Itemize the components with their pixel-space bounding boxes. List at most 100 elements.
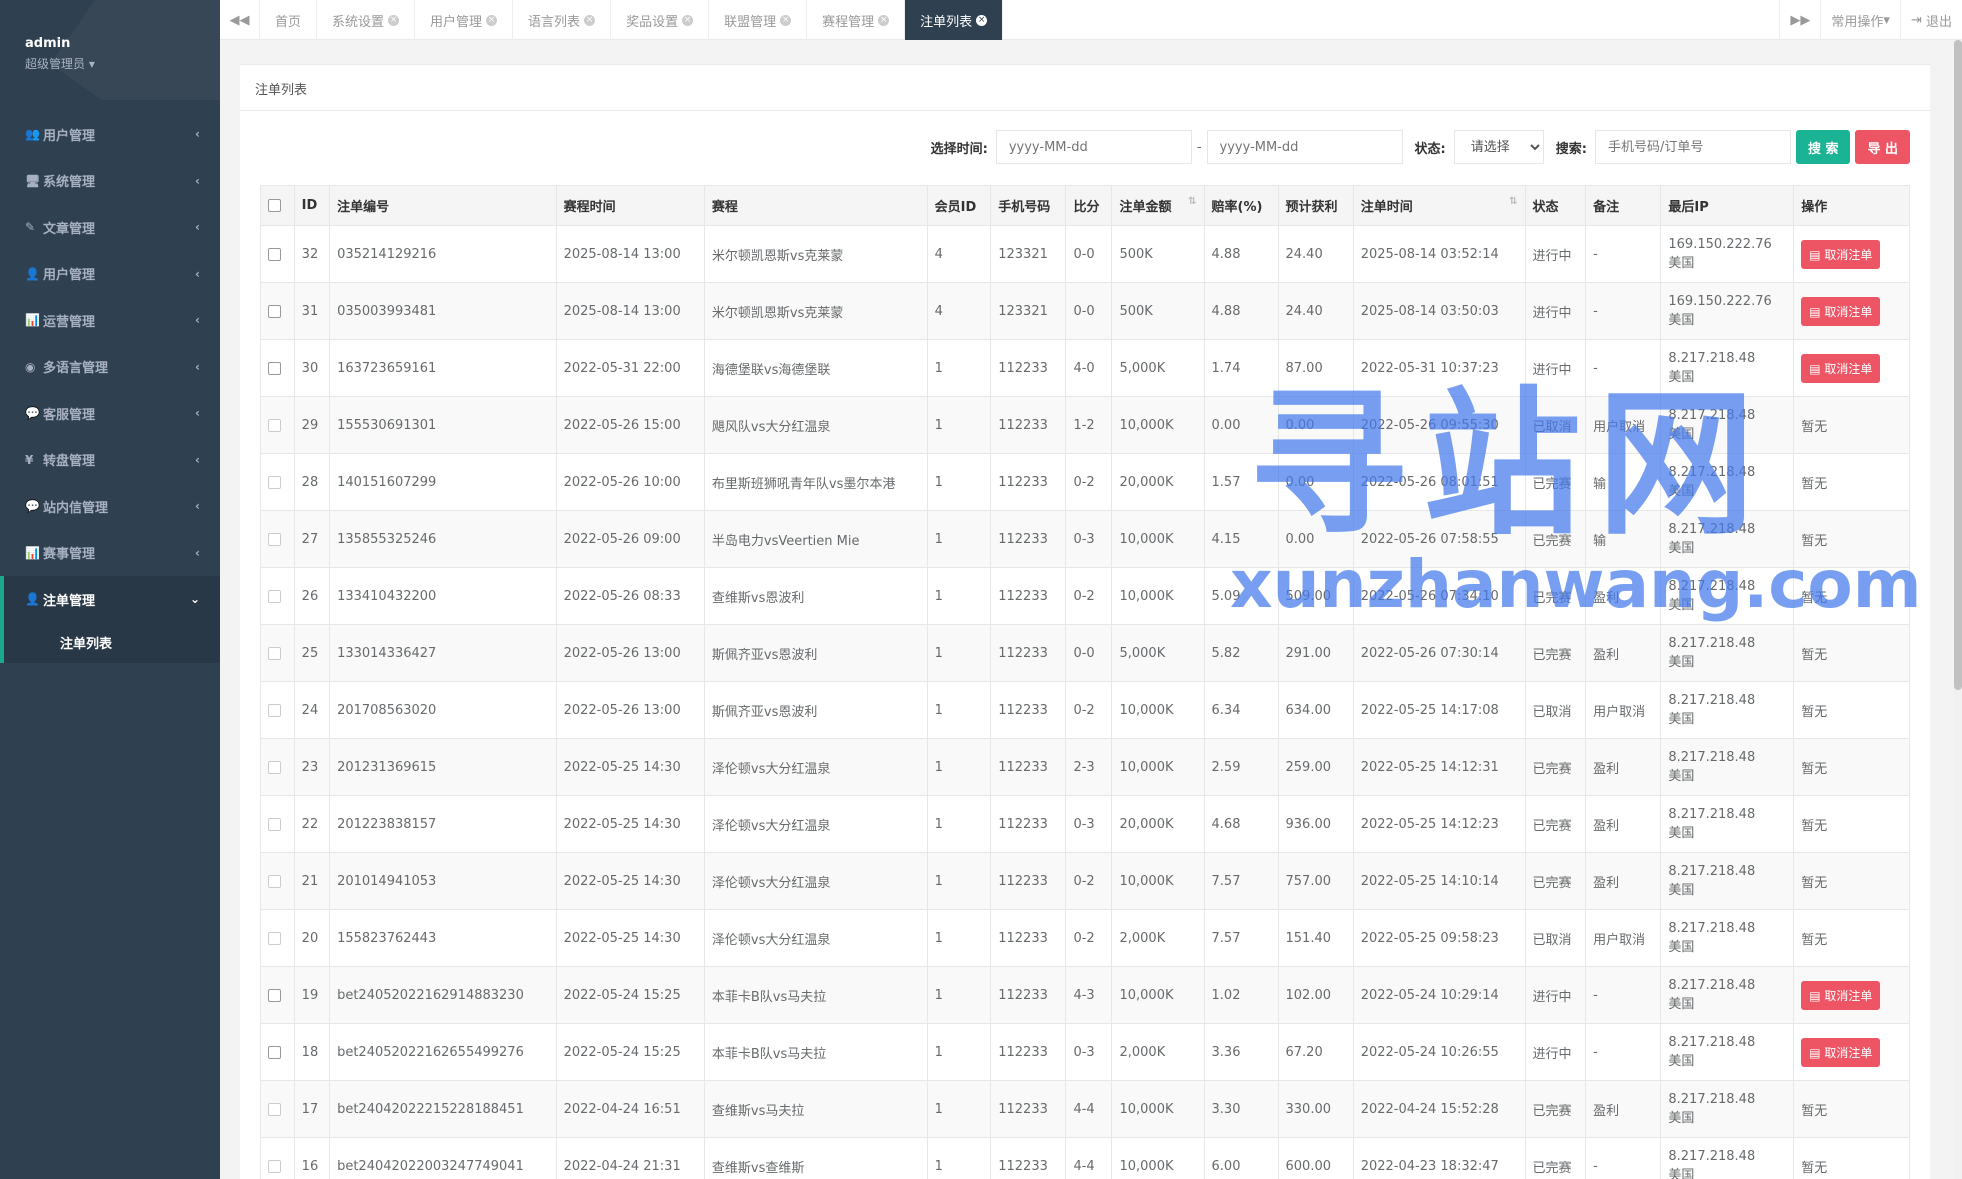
row-checkbox[interactable] bbox=[268, 247, 281, 261]
column-header[interactable]: 注单时间 ⇅ bbox=[1352, 185, 1526, 226]
scroll-tabs-right-button[interactable]: ▶▶ bbox=[1779, 0, 1820, 40]
cancel-bet-button[interactable]: ▤ 取消注单 bbox=[1801, 353, 1881, 383]
row-checkbox[interactable] bbox=[268, 1159, 281, 1173]
cancel-bet-button[interactable]: ▤ 取消注单 bbox=[1801, 296, 1881, 326]
sidebar-item[interactable]: ◉ 多语言管理 ‹ bbox=[0, 344, 220, 391]
cell-ip: 8.217.218.48 美国 bbox=[1660, 966, 1795, 1024]
row-checkbox[interactable] bbox=[268, 532, 281, 546]
close-icon[interactable]: × bbox=[584, 14, 596, 26]
row-checkbox[interactable] bbox=[268, 703, 281, 717]
row-checkbox[interactable] bbox=[268, 475, 281, 489]
cell-match: 本菲卡B队vs马夫拉 bbox=[703, 966, 928, 1024]
status-select[interactable]: 请选择 bbox=[1453, 130, 1544, 164]
row-checkbox[interactable] bbox=[268, 988, 281, 1002]
close-icon[interactable]: × bbox=[682, 14, 694, 26]
page-scrollbar[interactable] bbox=[1954, 40, 1962, 1179]
ip-address: 8.217.218.48 bbox=[1668, 636, 1756, 651]
cell-member: 1 bbox=[926, 738, 992, 796]
table-row: 27 135855325246 2022-05-26 09:00 半岛电力vsVeer… bbox=[260, 510, 1910, 568]
tab-5[interactable]: 联盟管理 × bbox=[709, 0, 808, 40]
file-icon: ▤ bbox=[1809, 247, 1825, 262]
tab-0[interactable]: 首页 bbox=[260, 0, 318, 40]
close-icon[interactable]: × bbox=[780, 14, 792, 26]
role-dropdown[interactable]: 超级管理员 ▾ bbox=[25, 55, 220, 72]
select-all-checkbox[interactable] bbox=[268, 199, 281, 212]
ip-address: 8.217.218.48 bbox=[1668, 1035, 1756, 1050]
cell-phone: 123321 bbox=[990, 225, 1067, 283]
row-checkbox[interactable] bbox=[268, 1102, 281, 1116]
tab-2[interactable]: 用户管理 × bbox=[415, 0, 514, 40]
logout-label: 退出 bbox=[1925, 14, 1952, 30]
cell-phone: 112233 bbox=[990, 1023, 1067, 1081]
cancel-bet-button[interactable]: ▤ 取消注单 bbox=[1801, 239, 1881, 269]
start-date-input[interactable] bbox=[995, 130, 1192, 164]
logout-button[interactable]: ⇥ 退出 bbox=[1899, 0, 1962, 40]
cell-amount: 10,000K bbox=[1111, 681, 1205, 739]
sidebar-subitem-bet-list[interactable]: 注单列表 bbox=[0, 622, 220, 663]
sidebar-item[interactable]: ¥ 转盘管理 ‹ bbox=[0, 437, 220, 484]
column-header[interactable]: 注单金额 ⇅ bbox=[1111, 185, 1205, 226]
row-checkbox[interactable] bbox=[268, 1045, 281, 1059]
scrollbar-thumb[interactable] bbox=[1954, 40, 1962, 690]
column-header: 赔率(%) bbox=[1203, 185, 1279, 226]
row-checkbox[interactable] bbox=[268, 874, 281, 888]
export-button[interactable]: 导 出 bbox=[1855, 130, 1910, 164]
cell-profit: 67.20 bbox=[1277, 1023, 1354, 1081]
row-checkbox[interactable] bbox=[268, 418, 281, 432]
cell-ip: 8.217.218.48 美国 bbox=[1660, 510, 1795, 568]
cell-action: ▤ 取消注单 bbox=[1793, 225, 1910, 283]
tab-4[interactable]: 奖品设置 × bbox=[611, 0, 710, 40]
cell-ip: 8.217.218.48 美国 bbox=[1660, 681, 1795, 739]
cell-score: 1-2 bbox=[1065, 396, 1113, 454]
tab-1[interactable]: 系统设置 × bbox=[317, 0, 416, 40]
cell-bet-time: 2022-05-24 10:26:55 bbox=[1352, 1023, 1526, 1081]
tab-3[interactable]: 语言列表 × bbox=[513, 0, 612, 40]
row-checkbox[interactable] bbox=[268, 760, 281, 774]
cell-match: 飓风队vs大分红温泉 bbox=[703, 396, 928, 454]
end-date-input[interactable] bbox=[1206, 130, 1403, 164]
sidebar-item[interactable]: 💬 站内信管理 ‹ bbox=[0, 483, 220, 530]
main-panel: 注单列表 选择时间: - 状态: 请选择 搜索: 搜 索 导 出 ID 注单编号 赛… bbox=[240, 64, 1930, 1179]
scroll-tabs-left-button[interactable]: ◀◀ bbox=[220, 0, 260, 40]
ip-address: 8.217.218.48 bbox=[1668, 921, 1756, 936]
sidebar-item[interactable]: ✎ 文章管理 ‹ bbox=[0, 204, 220, 251]
cell-match-time: 2022-05-26 10:00 bbox=[555, 453, 705, 511]
tab-7[interactable]: 注单列表 × bbox=[905, 0, 1004, 40]
common-ops-dropdown[interactable]: 常用操作 ▾ bbox=[1820, 0, 1900, 40]
cancel-bet-button[interactable]: ▤ 取消注单 bbox=[1801, 980, 1881, 1010]
sidebar-item-bets[interactable]: 👤 注单管理 ⌄ bbox=[0, 576, 220, 623]
sort-icon[interactable]: ⇅ bbox=[1188, 196, 1196, 207]
row-checkbox[interactable] bbox=[268, 304, 281, 318]
cell-action: 暂无 bbox=[1793, 795, 1910, 853]
search-button[interactable]: 搜 索 bbox=[1795, 130, 1851, 164]
search-input[interactable] bbox=[1594, 130, 1791, 164]
cell-action: 暂无 bbox=[1793, 510, 1910, 568]
sort-icon[interactable]: ⇅ bbox=[1509, 196, 1517, 207]
cancel-bet-button[interactable]: ▤ 取消注单 bbox=[1801, 1037, 1881, 1067]
close-icon[interactable]: × bbox=[486, 14, 498, 26]
close-icon[interactable]: × bbox=[388, 14, 400, 26]
sidebar-item[interactable]: 👥 用户管理 ‹ bbox=[0, 111, 220, 158]
row-checkbox[interactable] bbox=[268, 361, 281, 375]
ip-address: 8.217.218.48 bbox=[1668, 408, 1756, 423]
tab-6[interactable]: 赛程管理 × bbox=[807, 0, 906, 40]
sidebar-item-label: 注单管理 bbox=[43, 593, 96, 609]
row-checkbox[interactable] bbox=[268, 646, 281, 660]
close-icon[interactable]: × bbox=[878, 14, 890, 26]
close-icon[interactable]: × bbox=[976, 14, 988, 26]
sidebar-item[interactable]: 📊 赛事管理 ‹ bbox=[0, 530, 220, 577]
row-checkbox[interactable] bbox=[268, 931, 281, 945]
sidebar-item[interactable]: 👤 用户管理 ‹ bbox=[0, 251, 220, 298]
bar-chart-icon: 📊 bbox=[25, 545, 40, 560]
file-icon: ▤ bbox=[1809, 304, 1825, 319]
cell-action: 暂无 bbox=[1793, 1137, 1910, 1179]
sidebar-item[interactable]: 📊 运营管理 ‹ bbox=[0, 297, 220, 344]
row-checkbox[interactable] bbox=[268, 589, 281, 603]
row-checkbox[interactable] bbox=[268, 817, 281, 831]
cell-odds: 4.15 bbox=[1203, 510, 1279, 568]
cell-status: 已取消 bbox=[1524, 681, 1587, 739]
cell-score: 4-3 bbox=[1065, 966, 1113, 1024]
sidebar-item[interactable]: 💬 客服管理 ‹ bbox=[0, 390, 220, 437]
sidebar-item[interactable]: 🖥 系统管理 ‹ bbox=[0, 158, 220, 205]
desktop-icon: 🖥 bbox=[25, 173, 41, 188]
